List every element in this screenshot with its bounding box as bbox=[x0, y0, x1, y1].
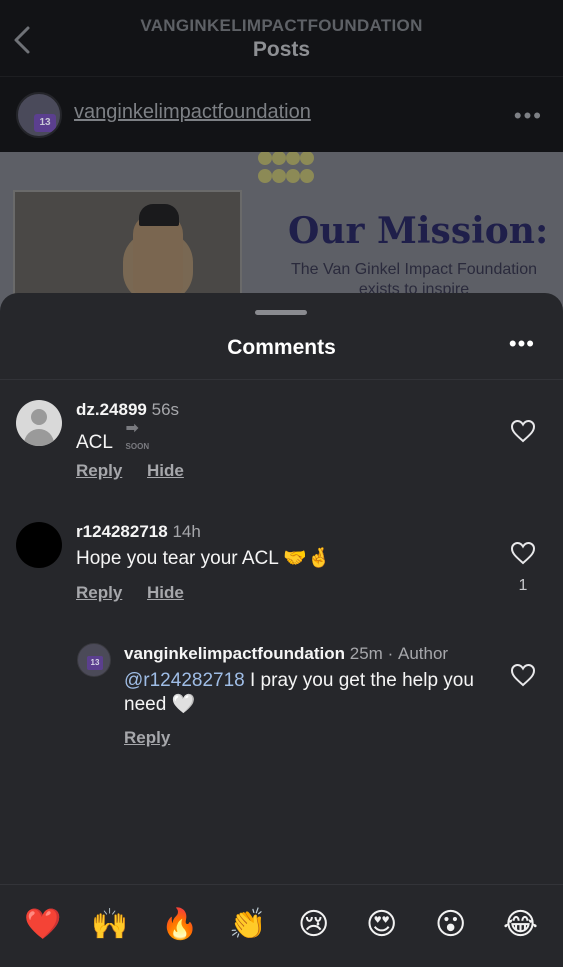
comments-sheet: Comments ••• dz.24899 56s ACL ➡ SOON Repl… bbox=[0, 293, 563, 967]
comment-time: 14h bbox=[172, 522, 201, 541]
post-avatar[interactable]: 13 bbox=[16, 92, 62, 138]
emoji-reaction-bar: ❤️ 🙌 🔥 👏 😢 😍 😮 😂 bbox=[0, 884, 563, 967]
raised-hands-emoji[interactable]: 🙌 bbox=[91, 907, 128, 943]
author-label: Author bbox=[397, 644, 449, 663]
comment-username[interactable]: dz.24899 bbox=[76, 400, 147, 419]
laughing-emoji[interactable]: 😂 bbox=[503, 907, 538, 943]
comment-username[interactable]: r124282718 bbox=[76, 522, 168, 541]
jersey-number: 13 bbox=[34, 114, 56, 132]
surprised-emoji[interactable]: 😮 bbox=[435, 907, 466, 943]
post-image: Our Mission: The Van Ginkel Impact Found… bbox=[0, 152, 563, 312]
like-heart-icon[interactable] bbox=[510, 541, 536, 565]
top-bar: VANGINKELIMPACTFOUNDATION Posts bbox=[0, 0, 563, 76]
page-title: Posts bbox=[252, 38, 311, 61]
like-count: 1 bbox=[518, 577, 528, 594]
heart-eyes-emoji[interactable]: 😍 bbox=[366, 907, 397, 943]
jersey-number: 13 bbox=[87, 656, 103, 670]
mention-link[interactable]: @r124282718 bbox=[124, 670, 245, 691]
sheet-title: Comments bbox=[227, 336, 336, 359]
default-avatar[interactable] bbox=[16, 400, 62, 446]
like-heart-icon[interactable] bbox=[510, 663, 536, 687]
hide-button[interactable]: Hide bbox=[147, 583, 184, 602]
divider bbox=[0, 379, 563, 380]
foundation-logo-icon bbox=[258, 152, 314, 183]
clapping-emoji[interactable]: 👏 bbox=[229, 907, 266, 943]
sheet-more-icon[interactable]: ••• bbox=[509, 331, 535, 357]
post-header: 13 vanginkelimpactfoundation ••• bbox=[0, 76, 563, 152]
author-avatar[interactable]: 13 bbox=[77, 643, 111, 677]
hide-button[interactable]: Hide bbox=[147, 461, 184, 480]
crying-emoji[interactable]: 😢 bbox=[298, 907, 329, 943]
mission-heading: Our Mission: bbox=[288, 210, 549, 252]
reply-time: 25m bbox=[349, 644, 383, 663]
heart-emoji[interactable]: ❤️ bbox=[24, 907, 61, 943]
fire-emoji[interactable]: 🔥 bbox=[161, 907, 198, 943]
comment-text: ACL bbox=[76, 432, 113, 454]
reply-button[interactable]: Reply bbox=[76, 583, 122, 602]
soon-sticker: ➡ SOON bbox=[125, 420, 150, 452]
more-options-icon[interactable]: ••• bbox=[514, 103, 543, 129]
reply-button[interactable]: Reply bbox=[76, 461, 122, 480]
like-heart-icon[interactable] bbox=[510, 419, 536, 443]
comment-time: 56s bbox=[151, 400, 180, 419]
reply-username[interactable]: vanginkelimpactfoundation bbox=[124, 644, 345, 663]
sheet-drag-handle[interactable] bbox=[255, 310, 307, 315]
post-username[interactable]: vanginkelimpactfoundation bbox=[74, 101, 311, 124]
reply-button[interactable]: Reply bbox=[124, 728, 170, 747]
account-name: VANGINKELIMPACTFOUNDATION bbox=[140, 16, 423, 35]
user-avatar[interactable] bbox=[16, 522, 62, 568]
comment-text: Hope you tear your ACL 🤝🤞 bbox=[76, 548, 331, 569]
